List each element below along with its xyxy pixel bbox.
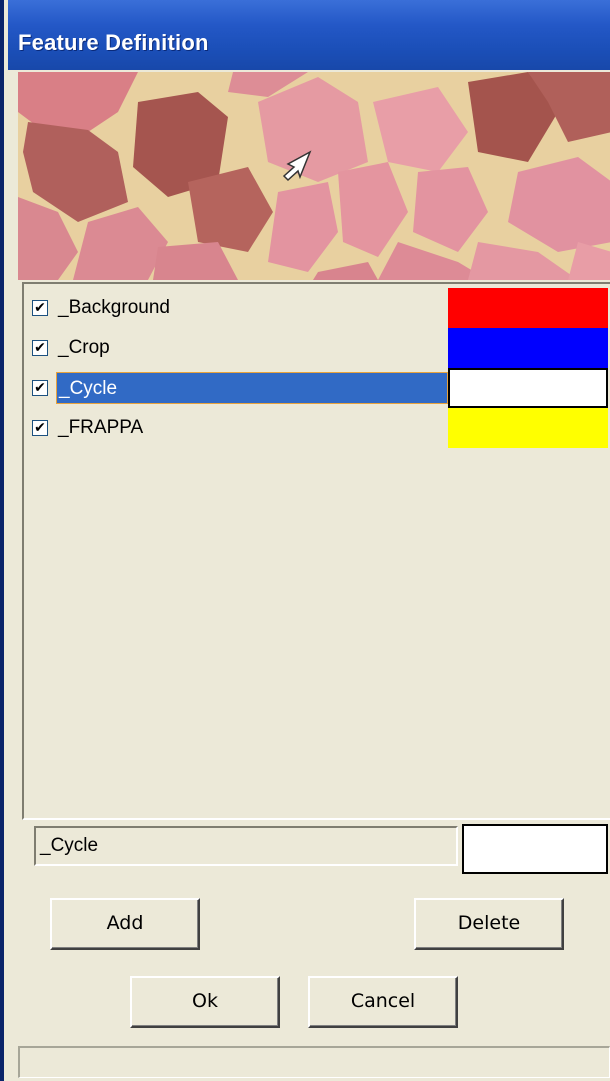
cycle-checkbox[interactable]: ✔ bbox=[32, 380, 48, 396]
tissue-image bbox=[18, 72, 610, 280]
feature-name-input[interactable]: _Cycle bbox=[34, 826, 458, 866]
feature-row-background[interactable]: ✔ _Background bbox=[28, 288, 608, 328]
feature-row-cycle[interactable]: ✔ _Cycle bbox=[28, 368, 608, 408]
background-checkbox[interactable]: ✔ bbox=[32, 300, 48, 316]
add-button[interactable]: Add bbox=[50, 898, 200, 950]
crop-color-swatch[interactable] bbox=[448, 328, 608, 368]
feature-label-background: _Background bbox=[58, 297, 170, 318]
frappa-color-swatch[interactable] bbox=[448, 408, 608, 448]
ok-button[interactable]: Ok bbox=[130, 976, 280, 1028]
frappa-checkbox[interactable]: ✔ bbox=[32, 420, 48, 436]
title-bar[interactable]: Feature Definition bbox=[8, 0, 610, 70]
feature-list[interactable]: ✔ _Background ✔ _Crop ✔ _Cycle ✔ _FRAPPA bbox=[22, 282, 610, 820]
feature-color-picker[interactable] bbox=[462, 824, 608, 874]
status-bar bbox=[18, 1046, 610, 1078]
feature-definition-window: Feature Definition ✔ _Background ✔ _Crop… bbox=[0, 0, 610, 1081]
cancel-button[interactable]: Cancel bbox=[308, 976, 458, 1028]
feature-row-crop[interactable]: ✔ _Crop bbox=[28, 328, 608, 368]
feature-row-frappa[interactable]: ✔ _FRAPPA bbox=[28, 408, 608, 448]
feature-label-cycle: _Cycle bbox=[56, 372, 448, 404]
feature-label-crop: _Crop bbox=[58, 337, 110, 358]
cycle-color-swatch[interactable] bbox=[448, 368, 608, 408]
crop-checkbox[interactable]: ✔ bbox=[32, 340, 48, 356]
delete-button[interactable]: Delete bbox=[414, 898, 564, 950]
background-color-swatch[interactable] bbox=[448, 288, 608, 328]
tissue-image-preview[interactable] bbox=[18, 72, 610, 280]
feature-label-frappa: _FRAPPA bbox=[58, 417, 144, 438]
window-title: Feature Definition bbox=[18, 30, 209, 55]
